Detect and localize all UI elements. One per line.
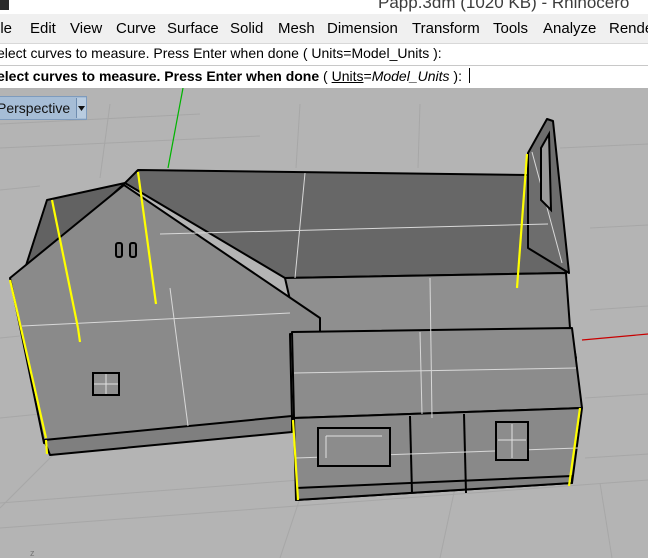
menu-tools[interactable]: Tools (493, 20, 528, 37)
selected-curve[interactable] (44, 439, 49, 455)
menu-dimension[interactable]: Dimension (327, 20, 398, 37)
vent-right (129, 242, 137, 258)
command-prompt-eq: = (363, 68, 372, 84)
title-bar: Papp.3dm (1020 KB) - Rhinocero (0, 0, 648, 14)
chimney-slot (540, 130, 553, 213)
command-prompt-open: ( (319, 68, 332, 84)
viewport-name[interactable]: Perspective (0, 100, 76, 116)
command-history-text: elect curves to measure. Press Enter whe… (0, 45, 442, 61)
viewport-menu-button[interactable] (76, 98, 87, 118)
world-axis-icon: z (30, 548, 35, 558)
menu-view[interactable]: View (70, 20, 102, 37)
command-prompt-close: ): (449, 68, 466, 84)
vent-left (115, 242, 123, 258)
command-history: elect curves to measure. Press Enter whe… (0, 43, 648, 65)
menu-solid[interactable]: Solid (230, 20, 263, 37)
front-window-left (317, 427, 391, 467)
menu-surface[interactable]: Surface (167, 20, 219, 37)
menu-bar: ile Edit View Curve Surface Solid Mesh D… (0, 14, 648, 43)
command-option-value: Model_Units (371, 68, 450, 84)
menu-curve[interactable]: Curve (116, 20, 156, 37)
menu-mesh[interactable]: Mesh (278, 20, 315, 37)
command-prompt[interactable]: elect curves to measure. Press Enter whe… (0, 65, 648, 89)
menu-transform[interactable]: Transform (412, 20, 480, 37)
viewport-canvas[interactable]: z (0, 88, 648, 558)
menu-render[interactable]: Rende (609, 20, 648, 37)
chevron-down-icon (78, 105, 86, 111)
window-title: Papp.3dm (1020 KB) - Rhinocero (378, 0, 630, 12)
x-axis-line (581, 333, 648, 341)
y-axis-line (167, 88, 184, 169)
text-caret (468, 68, 470, 83)
command-option-units[interactable]: Units (332, 68, 364, 84)
command-prompt-text[interactable]: elect curves to measure. Press Enter whe… (0, 68, 470, 84)
perspective-viewport[interactable]: z Perspective (0, 88, 648, 558)
menu-file[interactable]: ile (0, 20, 12, 37)
command-prompt-main: elect curves to measure. Press Enter whe… (0, 68, 320, 84)
app-icon (0, 0, 9, 10)
menu-analyze[interactable]: Analyze (543, 20, 596, 37)
menu-edit[interactable]: Edit (30, 20, 56, 37)
viewport-tab[interactable]: Perspective (0, 96, 88, 120)
front-roof-surface[interactable] (291, 327, 583, 419)
